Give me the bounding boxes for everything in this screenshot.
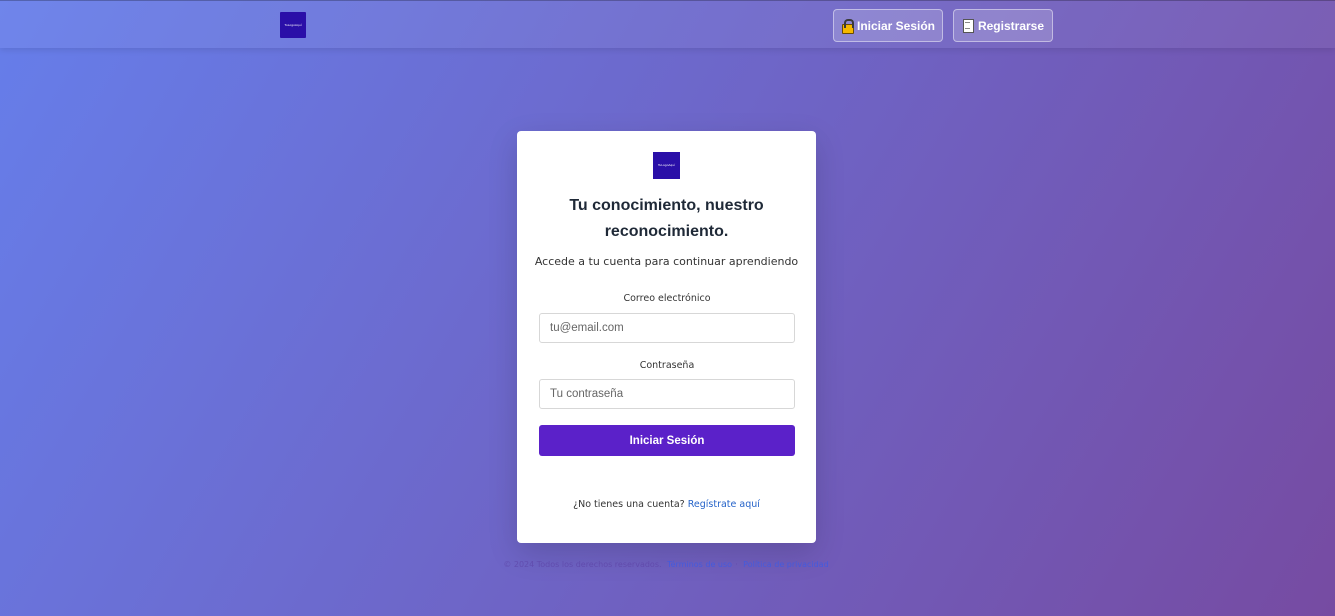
lock-icon	[841, 19, 854, 34]
card-logo: TuLogoAquí	[653, 152, 680, 179]
privacy-link[interactable]: Política de privacidad	[743, 560, 829, 569]
nav-register-button[interactable]: Registrarse	[953, 9, 1053, 42]
login-card: TuLogoAquí Tu conocimiento, nuestro reco…	[517, 131, 816, 543]
footer-copyright: © 2024 Todos los derechos reservados.	[503, 560, 662, 569]
password-field[interactable]	[539, 379, 795, 409]
login-title: Tu conocimiento, nuestro reconocimiento.	[569, 197, 764, 240]
nav-login-button[interactable]: Iniciar Sesión	[833, 9, 943, 42]
top-navbar: TuLogoAquí Iniciar Sesión Registrarse	[0, 0, 1335, 48]
login-submit-button[interactable]: Iniciar Sesión	[539, 425, 795, 456]
email-label: Correo electrónico	[623, 293, 711, 304]
email-field[interactable]	[539, 313, 795, 343]
signup-link[interactable]: Regístrate aquí	[688, 499, 760, 510]
nav-register-label: Registrarse	[977, 18, 1045, 33]
terms-link[interactable]: Términos de uso	[667, 560, 732, 569]
page-footer: © 2024 Todos los derechos reservados. Té…	[503, 560, 829, 569]
memo-icon	[962, 19, 974, 33]
login-subtitle: Accede a tu cuenta para continuar aprend…	[534, 255, 799, 268]
signup-prompt: ¿No tienes una cuenta?	[573, 499, 685, 510]
nav-logo[interactable]: TuLogoAquí	[280, 12, 306, 38]
signup-line: ¿No tienes una cuenta? Regístrate aquí	[517, 499, 816, 510]
password-label: Contraseña	[639, 360, 695, 371]
nav-login-label: Iniciar Sesión	[856, 18, 936, 33]
